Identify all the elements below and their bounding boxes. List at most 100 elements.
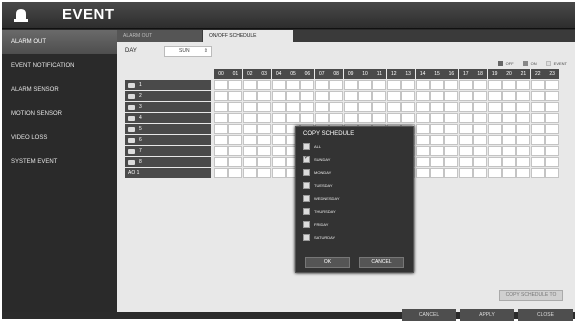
schedule-cell[interactable] [473,102,488,112]
schedule-cell[interactable] [257,113,272,123]
schedule-cell[interactable] [487,135,502,145]
schedule-cell[interactable] [545,146,560,156]
schedule-cell[interactable] [214,80,228,90]
schedule-cell[interactable] [257,157,272,167]
sidebar-item-alarm-sensor[interactable]: ALARM SENSOR [2,78,117,102]
schedule-cell[interactable] [314,91,329,101]
schedule-cell[interactable] [502,146,516,156]
sidebar-item-alarm-out[interactable]: ALARM OUT [2,30,117,54]
schedule-cell[interactable] [545,113,560,123]
schedule-cell[interactable] [242,113,257,123]
schedule-cell[interactable] [343,91,358,101]
schedule-cell[interactable] [242,124,257,134]
schedule-cell[interactable] [415,168,430,178]
schedule-cell[interactable] [358,80,372,90]
schedule-cell[interactable] [228,80,243,90]
dialog-cancel-button[interactable]: CANCEL [359,257,404,268]
schedule-cell[interactable] [343,102,358,112]
schedule-cell[interactable] [516,80,531,90]
schedule-cell[interactable] [502,168,516,178]
schedule-cell[interactable] [329,102,344,112]
schedule-cell[interactable] [530,91,545,101]
schedule-cell[interactable] [257,91,272,101]
schedule-cell[interactable] [458,157,473,167]
schedule-cell[interactable] [516,157,531,167]
schedule-cell[interactable] [473,146,488,156]
schedule-cell[interactable] [314,102,329,112]
schedule-cell[interactable] [530,102,545,112]
schedule-cell[interactable] [271,80,286,90]
schedule-cell[interactable] [545,135,560,145]
schedule-cell[interactable] [430,168,444,178]
schedule-cell[interactable] [458,91,473,101]
close-button[interactable]: CLOSE [518,309,573,321]
schedule-cell[interactable] [444,135,459,145]
dialog-ok-button[interactable]: OK [305,257,350,268]
schedule-cell[interactable] [401,102,416,112]
schedule-cell[interactable] [386,91,401,101]
schedule-cell[interactable] [502,102,516,112]
schedule-cell[interactable] [415,102,430,112]
schedule-cell[interactable] [430,146,444,156]
schedule-cell[interactable] [516,102,531,112]
schedule-cell[interactable] [444,80,459,90]
schedule-cell[interactable] [242,102,257,112]
schedule-cell[interactable] [415,146,430,156]
schedule-cell[interactable] [242,168,257,178]
schedule-cell[interactable] [300,91,315,101]
option-saturday-checkbox[interactable] [303,234,310,241]
schedule-cell[interactable] [415,124,430,134]
option-friday-checkbox[interactable] [303,221,310,228]
schedule-cell[interactable] [271,146,286,156]
schedule-cell[interactable] [430,124,444,134]
schedule-cell[interactable] [214,124,228,134]
schedule-cell[interactable] [458,113,473,123]
schedule-cell[interactable] [502,124,516,134]
schedule-cell[interactable] [358,102,372,112]
apply-button[interactable]: APPLY [460,309,514,321]
schedule-cell[interactable] [271,157,286,167]
schedule-cell[interactable] [314,80,329,90]
schedule-cell[interactable] [473,124,488,134]
schedule-cell[interactable] [444,124,459,134]
schedule-cell[interactable] [530,168,545,178]
schedule-cell[interactable] [545,80,560,90]
schedule-cell[interactable] [487,80,502,90]
schedule-cell[interactable] [415,91,430,101]
schedule-cell[interactable] [530,157,545,167]
schedule-cell[interactable] [286,102,300,112]
schedule-cell[interactable] [487,157,502,167]
schedule-cell[interactable] [343,80,358,90]
schedule-cell[interactable] [372,91,387,101]
schedule-cell[interactable] [214,113,228,123]
schedule-cell[interactable] [458,80,473,90]
schedule-cell[interactable] [487,102,502,112]
schedule-cell[interactable] [502,80,516,90]
schedule-cell[interactable] [228,157,243,167]
schedule-cell[interactable] [487,124,502,134]
schedule-cell[interactable] [214,146,228,156]
schedule-cell[interactable] [228,91,243,101]
schedule-cell[interactable] [530,135,545,145]
sidebar-item-system-event[interactable]: SYSTEM EVENT [2,150,117,174]
schedule-cell[interactable] [487,91,502,101]
schedule-cell[interactable] [343,113,358,123]
schedule-cell[interactable] [228,168,243,178]
copy-schedule-to-button[interactable]: COPY SCHEDULE TO [499,290,563,301]
schedule-cell[interactable] [257,135,272,145]
schedule-cell[interactable] [458,102,473,112]
sidebar-item-event-notification[interactable]: EVENT NOTIFICATION [2,54,117,78]
schedule-cell[interactable] [257,124,272,134]
schedule-cell[interactable] [242,157,257,167]
schedule-cell[interactable] [300,102,315,112]
schedule-cell[interactable] [242,91,257,101]
schedule-cell[interactable] [473,113,488,123]
schedule-cell[interactable] [329,91,344,101]
schedule-cell[interactable] [228,124,243,134]
schedule-cell[interactable] [458,168,473,178]
schedule-cell[interactable] [473,80,488,90]
schedule-cell[interactable] [430,157,444,167]
schedule-cell[interactable] [415,113,430,123]
schedule-cell[interactable] [300,113,315,123]
schedule-cell[interactable] [516,124,531,134]
